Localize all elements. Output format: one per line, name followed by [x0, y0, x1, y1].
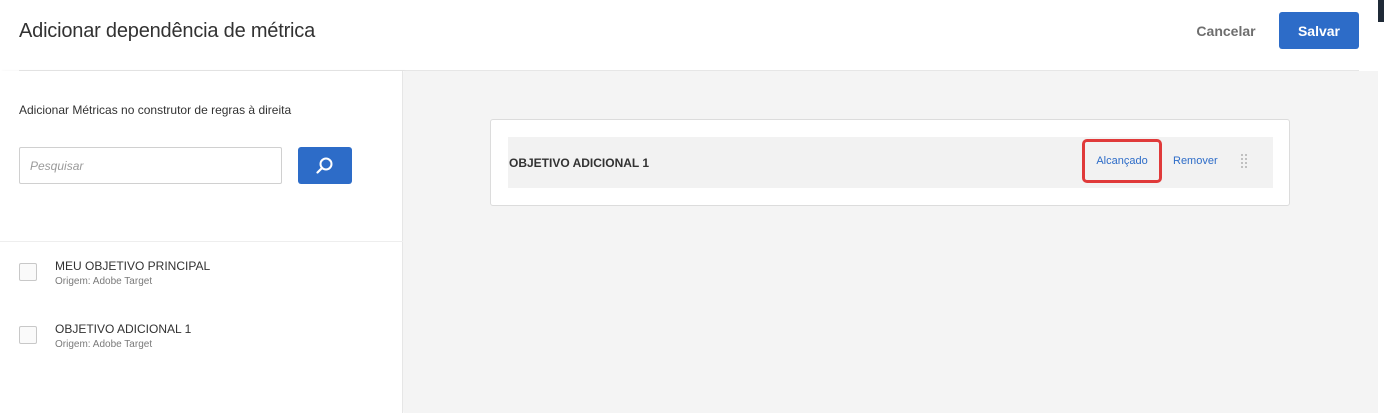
rule-metric-title: OBJETIVO ADICIONAL 1: [509, 156, 650, 170]
search-icon: [316, 157, 333, 174]
list-item: OBJETIVO ADICIONAL 1 Origem: Adobe Targe…: [19, 322, 389, 362]
drag-handle-icon[interactable]: [1241, 154, 1249, 168]
metric-name: MEU OBJETIVO PRINCIPAL: [55, 259, 211, 273]
background-bar: [1378, 0, 1384, 22]
remove-button[interactable]: Remover: [1173, 155, 1218, 167]
search-button[interactable]: [298, 147, 352, 184]
metric-dependency-dialog: Adicionar dependência de métrica Cancela…: [0, 0, 1378, 413]
reached-condition-button[interactable]: Alcançado: [1082, 139, 1162, 183]
background-edge: [1378, 0, 1384, 413]
list-divider: [0, 241, 403, 242]
metric-origin: Origem: Adobe Target: [55, 339, 153, 350]
metric-origin: Origem: Adobe Target: [55, 276, 153, 287]
metric-checkbox[interactable]: [19, 263, 37, 281]
cancel-button[interactable]: Cancelar: [1190, 22, 1262, 40]
metrics-panel: Adicionar Métricas no construtor de regr…: [0, 71, 403, 413]
metric-name: OBJETIVO ADICIONAL 1: [55, 322, 192, 336]
rule-row: OBJETIVO ADICIONAL 1 Alcançado Remover: [508, 137, 1273, 188]
rule-builder-panel: OBJETIVO ADICIONAL 1 Alcançado Remover: [404, 71, 1378, 413]
rule-card: OBJETIVO ADICIONAL 1 Alcançado Remover: [490, 119, 1290, 206]
dialog-title: Adicionar dependência de métrica: [19, 20, 316, 42]
panel-instruction: Adicionar Métricas no construtor de regr…: [19, 103, 292, 117]
metric-checkbox[interactable]: [19, 326, 37, 344]
save-button[interactable]: Salvar: [1279, 12, 1359, 49]
search-input[interactable]: [19, 147, 282, 184]
list-item: MEU OBJETIVO PRINCIPAL Origem: Adobe Tar…: [19, 259, 389, 299]
